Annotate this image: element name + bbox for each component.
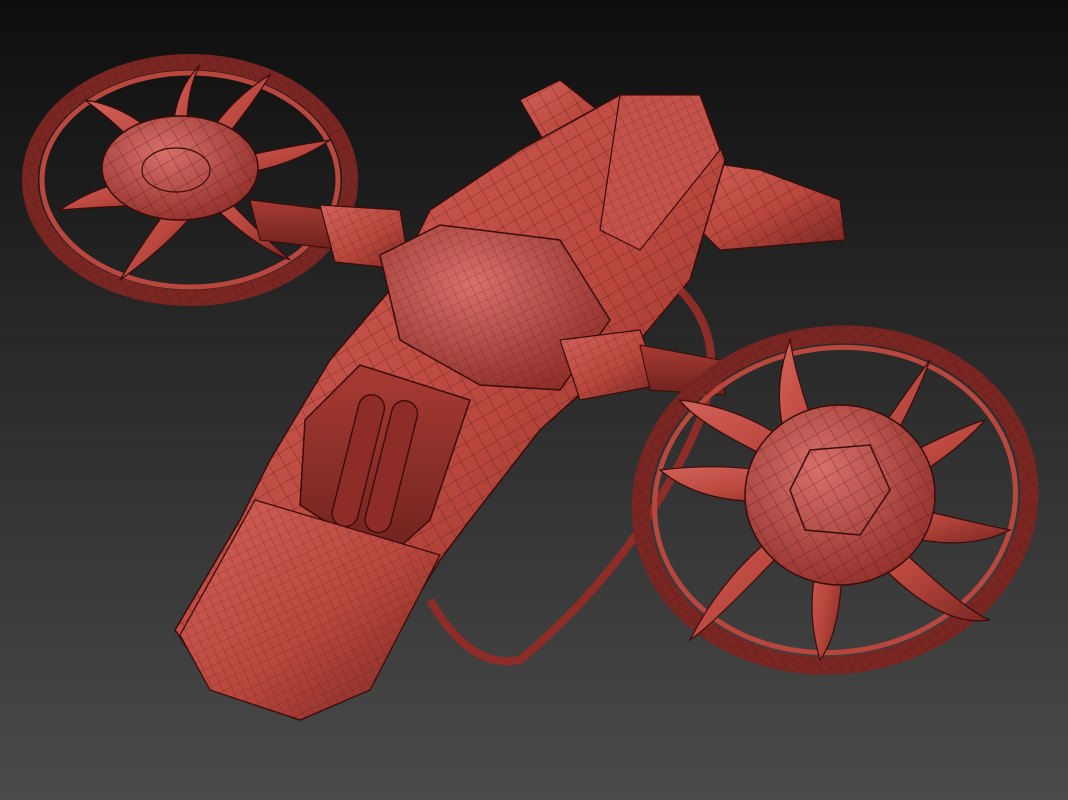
drone-model-render <box>22 54 1039 721</box>
left-rotor <box>22 54 358 306</box>
3d-viewport[interactable] <box>0 0 1068 800</box>
